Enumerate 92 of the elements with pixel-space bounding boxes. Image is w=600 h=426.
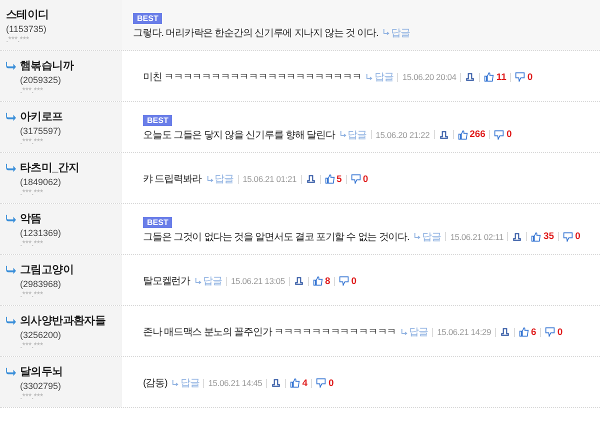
reply-arrow-icon <box>172 380 180 386</box>
thumbs-up-icon <box>484 72 494 82</box>
thumbs-up-icon <box>531 232 542 242</box>
thumbs-up-icon <box>519 327 530 337</box>
thumbs-up-icon <box>458 130 468 140</box>
thumbs-down-icon <box>494 130 504 140</box>
masked-ip: .***.*** <box>19 290 44 299</box>
reply-arrow-icon <box>6 316 17 325</box>
upvote-button[interactable]: 4 <box>290 378 308 388</box>
upvote-button[interactable]: 11 <box>484 72 506 82</box>
comment-date: 15.06.21 02:11 <box>450 232 504 242</box>
masked-ip: .***.*** <box>19 239 44 248</box>
author-name[interactable]: 달의두뇌 <box>20 364 63 379</box>
comment-text: 그렇다. 머리카락은 한순간의 신기루에 지나지 않는 것 이다. <box>133 26 378 40</box>
downvote-button[interactable]: 0 <box>515 72 533 82</box>
masked-ip: .***.*** <box>6 35 30 44</box>
user-id: (1849062) <box>19 177 62 187</box>
bell-icon[interactable] <box>271 378 282 388</box>
reply-arrow-icon <box>6 265 17 274</box>
author-name[interactable]: 아키로프 <box>20 109 63 124</box>
downvote-button[interactable]: 0 <box>545 326 563 338</box>
user-id: (1231369) <box>19 228 62 238</box>
bell-icon[interactable] <box>465 72 476 82</box>
comment-text: 오늘도 그들은 닿지 않을 신기루를 향해 달린다 <box>143 128 335 142</box>
reply-arrow-icon <box>401 328 408 336</box>
author-name[interactable]: 악뜸 <box>20 211 42 226</box>
reply-arrow-icon <box>195 278 202 284</box>
reply-arrow-icon <box>6 367 17 376</box>
comment-date: 15.06.20 20:04 <box>402 72 456 82</box>
reply-arrow-icon <box>6 112 17 121</box>
bell-icon[interactable] <box>294 276 304 286</box>
reply-arrow-icon <box>366 74 374 80</box>
author-name[interactable]: 스테이디 <box>6 7 49 22</box>
best-badge: BEST <box>143 114 172 126</box>
bell-icon[interactable] <box>438 130 449 140</box>
comment-text: 그들은 그것이 없다는 것을 알면서도 결코 포기할 수 없는 것이다. <box>143 230 410 244</box>
downvote-button[interactable]: 0 <box>339 276 357 286</box>
comment-text: 캬 드립력봐라 <box>143 173 202 186</box>
comment-date: 15.06.20 21:22 <box>376 130 430 140</box>
comment-date: 15.06.21 13:05 <box>231 276 285 286</box>
downvote-button[interactable]: 0 <box>316 378 334 388</box>
masked-ip: .***.*** <box>19 188 44 197</box>
upvote-button[interactable]: 5 <box>324 174 342 184</box>
user-id: (3256200) <box>19 330 62 340</box>
downvote-button[interactable]: 0 <box>350 174 368 184</box>
thumbs-down-icon <box>350 174 361 184</box>
downvote-button[interactable]: 0 <box>494 129 512 140</box>
comment-text: 미친 ㅋㅋㅋㅋㅋㅋㅋㅋㅋㅋㅋㅋㅋㅋㅋㅋㅋㅋㅋㅋㅋ <box>143 71 362 84</box>
user-id: (2983968) <box>19 279 62 289</box>
reply-arrow-icon <box>383 29 390 36</box>
best-badge: BEST <box>143 216 172 228</box>
masked-ip: .***.*** <box>19 341 44 350</box>
author-name[interactable]: 햄볶습니까 <box>20 58 74 73</box>
upvote-button[interactable]: 35 <box>531 231 554 242</box>
user-id: (2059325) <box>19 75 62 85</box>
reply-arrow-icon <box>340 131 347 138</box>
bell-icon[interactable] <box>306 174 316 184</box>
upvote-button[interactable]: 8 <box>312 276 330 286</box>
comment-date: 15.06.21 14:29 <box>437 327 492 337</box>
masked-ip: .***.*** <box>19 137 44 146</box>
downvote-button[interactable]: 0 <box>563 231 580 242</box>
best-badge: BEST <box>133 12 162 24</box>
thumbs-up-icon <box>290 378 300 388</box>
reply-arrow-icon <box>6 163 17 172</box>
author-name[interactable]: 타츠미_간지 <box>20 160 80 175</box>
reply-arrow-icon <box>6 214 17 223</box>
user-id: (1153735) <box>6 24 48 34</box>
comment-date: 15.06.21 14:45 <box>208 378 262 388</box>
comment-text: 탈모켈런가 <box>143 275 190 288</box>
thumbs-down-icon <box>515 72 526 82</box>
comment-text: (감동) <box>143 377 168 390</box>
thumbs-up-icon <box>324 174 335 184</box>
user-id: (3302795) <box>19 381 62 391</box>
upvote-button[interactable]: 266 <box>458 129 486 140</box>
comment-text: 존나 매드맥스 분노의 꼴주인가 ㅋㅋㅋㅋㅋㅋㅋㅋㅋㅋㅋㅋㅋ <box>143 326 396 339</box>
thumbs-down-icon <box>316 378 326 388</box>
author-name[interactable]: 그림고양이 <box>20 262 74 277</box>
bell-icon[interactable] <box>512 232 522 242</box>
thumbs-down-icon <box>339 276 350 286</box>
thumbs-up-icon <box>312 276 323 286</box>
user-id: (3175597) <box>19 126 62 136</box>
masked-ip: .***.*** <box>19 86 44 95</box>
upvote-button[interactable]: 6 <box>519 326 536 338</box>
masked-ip: .***.*** <box>19 392 44 401</box>
thumbs-down-icon <box>545 327 556 337</box>
reply-arrow-icon <box>206 176 214 182</box>
bell-icon[interactable] <box>500 327 510 337</box>
reply-arrow-icon <box>6 61 17 70</box>
reply-arrow-icon <box>414 233 422 240</box>
author-name[interactable]: 의사양반과환자들 <box>20 313 106 328</box>
thumbs-down-icon <box>563 232 574 242</box>
comment-date: 15.06.21 01:21 <box>242 174 297 184</box>
